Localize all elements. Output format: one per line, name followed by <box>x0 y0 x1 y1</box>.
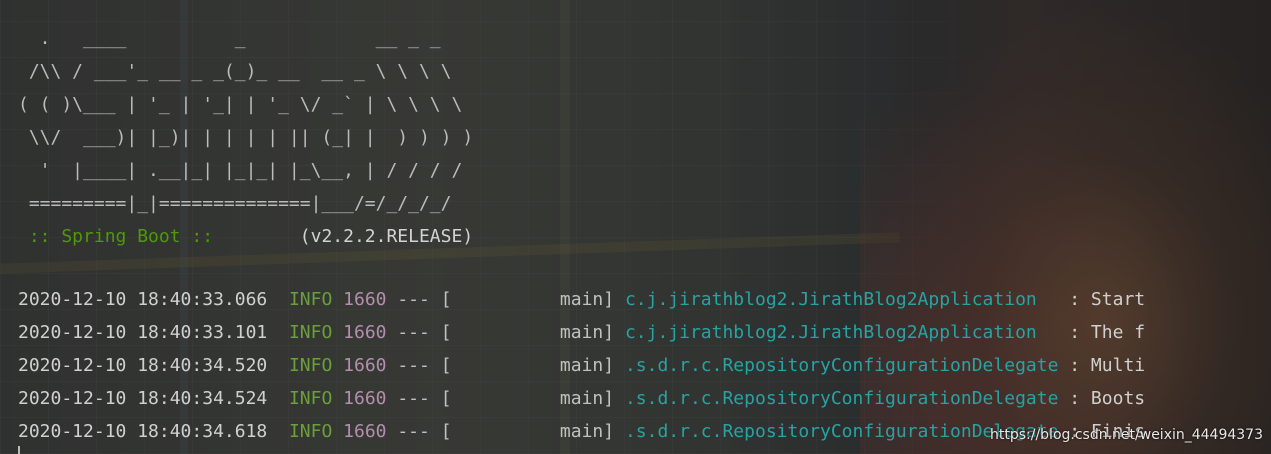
log-level: INFO <box>288 289 333 310</box>
log-level: INFO <box>288 421 333 442</box>
log-timestamp: 2020-12-10 18:40:34.618 <box>18 421 268 442</box>
banner-ascii-line: ( ( )\___ | '_ | '_| | '_ \/ _` | \ \ \ … <box>18 94 463 115</box>
log-separator: --- [ <box>397 421 452 442</box>
log-pid: 1660 <box>343 388 387 409</box>
spring-boot-label: :: Spring Boot :: <box>18 226 224 247</box>
log-thread: main] <box>451 355 615 376</box>
banner-ascii-line: =========|_|==============|___/=/_/_/_/ <box>18 193 452 214</box>
log-message: : The f <box>1058 322 1146 343</box>
terminal-output[interactable]: . ____ _ __ _ _ /\\ / ___'_ __ _ _(_)_ _… <box>0 0 1271 454</box>
log-message: : Multi <box>1058 355 1146 376</box>
log-thread: main] <box>451 421 615 442</box>
log-level: INFO <box>288 355 333 376</box>
log-level: INFO <box>288 388 333 409</box>
log-logger: c.j.jirathblog2.JirathBlog2Application <box>624 289 1059 310</box>
log-timestamp: 2020-12-10 18:40:33.066 <box>18 289 268 310</box>
log-thread: main] <box>451 322 615 343</box>
log-pid: 1660 <box>343 355 387 376</box>
log-separator: --- [ <box>397 322 452 343</box>
banner-ascii-line: . ____ _ __ _ _ <box>18 28 441 49</box>
log-timestamp: 2020-12-10 18:40:34.520 <box>18 355 268 376</box>
log-timestamp: 2020-12-10 18:40:33.101 <box>18 322 268 343</box>
log-line: 2020-12-10 18:40:34.520 INFO 1660 --- [ … <box>18 354 1271 378</box>
log-pid: 1660 <box>343 322 387 343</box>
log-logger: .s.d.r.c.RepositoryConfigurationDelegate <box>624 388 1059 409</box>
log-line: 2020-12-10 18:40:33.066 INFO 1660 --- [ … <box>18 288 1271 312</box>
log-line: 2020-12-10 18:40:33.101 INFO 1660 --- [ … <box>18 321 1271 345</box>
banner-ascii-line: /\\ / ___'_ __ _ _(_)_ __ __ _ \ \ \ \ <box>18 61 452 82</box>
log-logger: c.j.jirathblog2.JirathBlog2Application <box>624 322 1059 343</box>
text-cursor <box>18 446 20 454</box>
log-thread: main] <box>451 388 615 409</box>
log-timestamp: 2020-12-10 18:40:34.524 <box>18 388 268 409</box>
log-thread: main] <box>451 289 615 310</box>
log-separator: --- [ <box>397 355 452 376</box>
spring-boot-version-line: :: Spring Boot :: (v2.2.2.RELEASE) <box>18 226 473 248</box>
banner-ascii-line: \\/ ___)| |_)| | | | | || (_| | ) ) ) ) <box>18 127 474 148</box>
log-message: : Boots <box>1058 388 1146 409</box>
log-message: : Start <box>1058 289 1146 310</box>
log-logger: .s.d.r.c.RepositoryConfigurationDelegate <box>624 355 1059 376</box>
log-separator: --- [ <box>397 388 452 409</box>
log-separator: --- [ <box>397 289 452 310</box>
banner-ascii-line: ' |____| .__|_| |_|_| |_\__, | / / / / <box>18 160 463 181</box>
log-pid: 1660 <box>343 421 387 442</box>
log-level: INFO <box>288 322 333 343</box>
log-pid: 1660 <box>343 289 387 310</box>
watermark-text: https://blog.csdn.net/weixin_44494373 <box>989 427 1263 443</box>
log-line: 2020-12-10 18:40:34.524 INFO 1660 --- [ … <box>18 387 1271 411</box>
spring-boot-version: (v2.2.2.RELEASE) <box>223 226 474 247</box>
